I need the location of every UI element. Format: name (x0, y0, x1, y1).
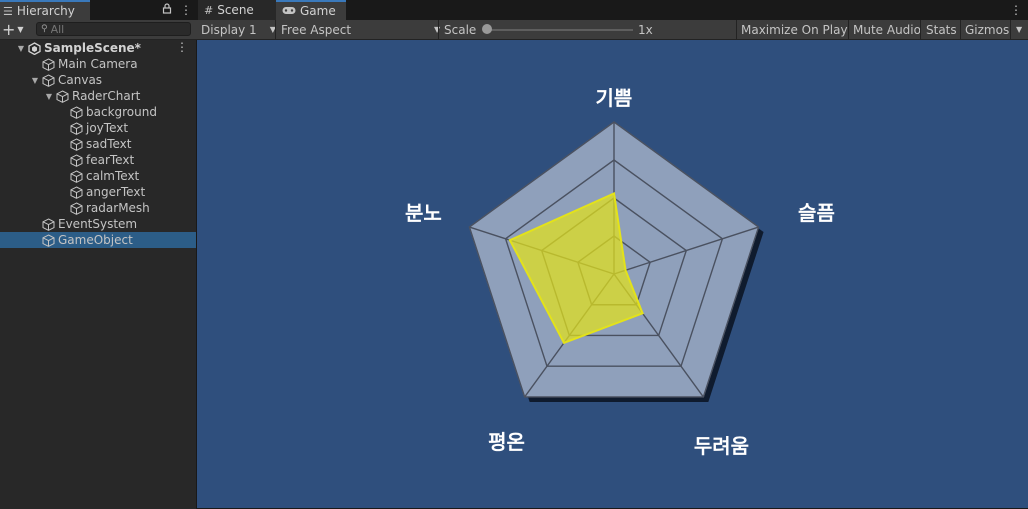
toolbar-divider (848, 20, 849, 39)
toolbar-divider (275, 20, 276, 39)
hierarchy-tree: ▼ SampleScene* ⋮ Main Camera ▼ Canvas ▼ RaderCh… (0, 40, 196, 248)
game-panel: # Scene Game ⋮ Display 1 ▼ Free Aspect ▼… (196, 0, 1028, 509)
chevron-down-icon: ▼ (1016, 25, 1023, 34)
gameobject-cube-icon (68, 184, 84, 200)
hierarchy-row-label: SampleScene* (44, 41, 141, 55)
create-button[interactable]: + ▼ (2, 20, 24, 39)
display-dropdown-label: Display 1 (201, 22, 257, 37)
tab-scene[interactable]: # Scene (198, 0, 276, 20)
radar-axis-label: 분노 (404, 200, 442, 225)
grid-icon: # (204, 3, 214, 17)
hierarchy-row-label: calmText (86, 169, 140, 183)
hierarchy-toolbar: + ▼ ⚲ (0, 20, 196, 40)
gizmos-toggle[interactable]: Gizmos (965, 20, 1009, 39)
gameobject-cube-icon (68, 136, 84, 152)
hierarchy-row[interactable]: radarMesh (0, 200, 196, 216)
dropdown-arrow-icon: ▼ (17, 25, 24, 34)
hierarchy-row[interactable]: fearText (0, 152, 196, 168)
plus-icon: + (2, 20, 16, 39)
gameobject-cube-icon (68, 120, 84, 136)
gizmos-dropdown[interactable]: ▼ (1016, 20, 1022, 39)
search-icon: ⚲ (41, 24, 48, 34)
list-icon: ☰ (3, 4, 13, 18)
hierarchy-row[interactable]: Main Camera (0, 56, 196, 72)
scene-menu-icon[interactable]: ⋮ (176, 40, 188, 54)
hierarchy-row-label: GameObject (58, 233, 133, 247)
hierarchy-row-label: joyText (86, 121, 129, 135)
radar-axis-label: 기쁨 (595, 85, 633, 110)
tab-scene-label: Scene (217, 3, 254, 17)
hierarchy-row[interactable]: joyText (0, 120, 196, 136)
tab-game[interactable]: Game (276, 0, 346, 20)
hierarchy-row[interactable]: calmText (0, 168, 196, 184)
display-dropdown[interactable]: Display 1 ▼ (201, 20, 276, 39)
toolbar-divider (920, 20, 921, 39)
gamepad-icon (282, 5, 296, 18)
game-toolbar: Display 1 ▼ Free Aspect ▼ Scale 1x Maxim… (196, 20, 1028, 40)
hierarchy-row[interactable]: angerText (0, 184, 196, 200)
hierarchy-search-input[interactable] (47, 22, 171, 36)
gameobject-cube-icon (68, 104, 84, 120)
gameobject-cube-icon (68, 168, 84, 184)
game-menu-icon[interactable]: ⋮ (1010, 0, 1022, 20)
stats-toggle[interactable]: Stats (926, 20, 957, 39)
gameobject-cube-icon (40, 72, 56, 88)
hierarchy-row[interactable]: background (0, 104, 196, 120)
tab-game-label: Game (300, 4, 336, 18)
game-tab-bar: # Scene Game ⋮ (196, 0, 1028, 20)
radar-axis-label: 평온 (488, 430, 525, 455)
hierarchy-row[interactable]: sadText (0, 136, 196, 152)
aspect-dropdown[interactable]: Free Aspect ▼ (281, 20, 440, 39)
scale-slider-track[interactable] (488, 29, 633, 31)
toolbar-divider (960, 20, 961, 39)
hierarchy-row-label: fearText (86, 153, 135, 167)
aspect-dropdown-label: Free Aspect (281, 22, 352, 37)
hierarchy-row-label: Canvas (58, 73, 103, 87)
unity-scene-icon (26, 40, 42, 56)
hierarchy-scene-row[interactable]: ▼ SampleScene* ⋮ (0, 40, 196, 56)
toolbar-divider (1010, 20, 1011, 39)
gameobject-cube-icon (54, 88, 70, 104)
gameobject-cube-icon (40, 232, 56, 248)
hierarchy-row[interactable]: GameObject (0, 232, 196, 248)
hierarchy-row[interactable]: ▼ RaderChart (0, 88, 196, 104)
hierarchy-row[interactable]: ▼ Canvas (0, 72, 196, 88)
hierarchy-row-label: background (86, 105, 157, 119)
radar-axis-label: 두려움 (693, 434, 750, 459)
hierarchy-row[interactable]: EventSystem (0, 216, 196, 232)
gameobject-cube-icon (40, 216, 56, 232)
toolbar-divider (438, 20, 439, 39)
mute-audio-toggle[interactable]: Mute Audio (853, 20, 921, 39)
hierarchy-row-label: sadText (86, 137, 132, 151)
hierarchy-row-label: radarMesh (86, 201, 150, 215)
toolbar-divider (736, 20, 737, 39)
expand-arrow-icon[interactable]: ▼ (30, 76, 40, 85)
scale-value: 1x (638, 22, 653, 37)
panel-menu-icon[interactable]: ⋮ (180, 3, 192, 17)
scale-label: Scale (444, 22, 477, 37)
hierarchy-panel: ☰ Hierarchy ⋮ +▼ ⚲ ▼SampleScene*⋮Main Ca… (0, 0, 196, 509)
game-viewport[interactable]: 기쁨슬픔두려움 평온 분노 (197, 40, 1028, 508)
expand-arrow-icon[interactable]: ▼ (44, 92, 54, 101)
hierarchy-row-label: EventSystem (58, 217, 138, 231)
gameobject-cube-icon (40, 56, 56, 72)
maximize-on-play-toggle[interactable]: Maximize On Play (741, 20, 848, 39)
hierarchy-tab-bar: ☰ Hierarchy ⋮ (0, 0, 196, 20)
lock-icon[interactable] (162, 3, 172, 17)
hierarchy-search[interactable]: ⚲ (36, 22, 191, 36)
hierarchy-row-label: angerText (86, 185, 146, 199)
scale-slider-handle[interactable] (482, 24, 492, 34)
expand-arrow-icon[interactable]: ▼ (16, 44, 26, 53)
hierarchy-tab-label: Hierarchy (16, 4, 75, 18)
hierarchy-row-label: Main Camera (58, 57, 138, 71)
gameobject-cube-icon (68, 200, 84, 216)
radar-axis-label: 슬픔 (798, 200, 835, 225)
hierarchy-row-label: RaderChart (72, 89, 141, 103)
hierarchy-tab[interactable]: ☰ Hierarchy (0, 0, 90, 20)
gameobject-cube-icon (68, 152, 84, 168)
